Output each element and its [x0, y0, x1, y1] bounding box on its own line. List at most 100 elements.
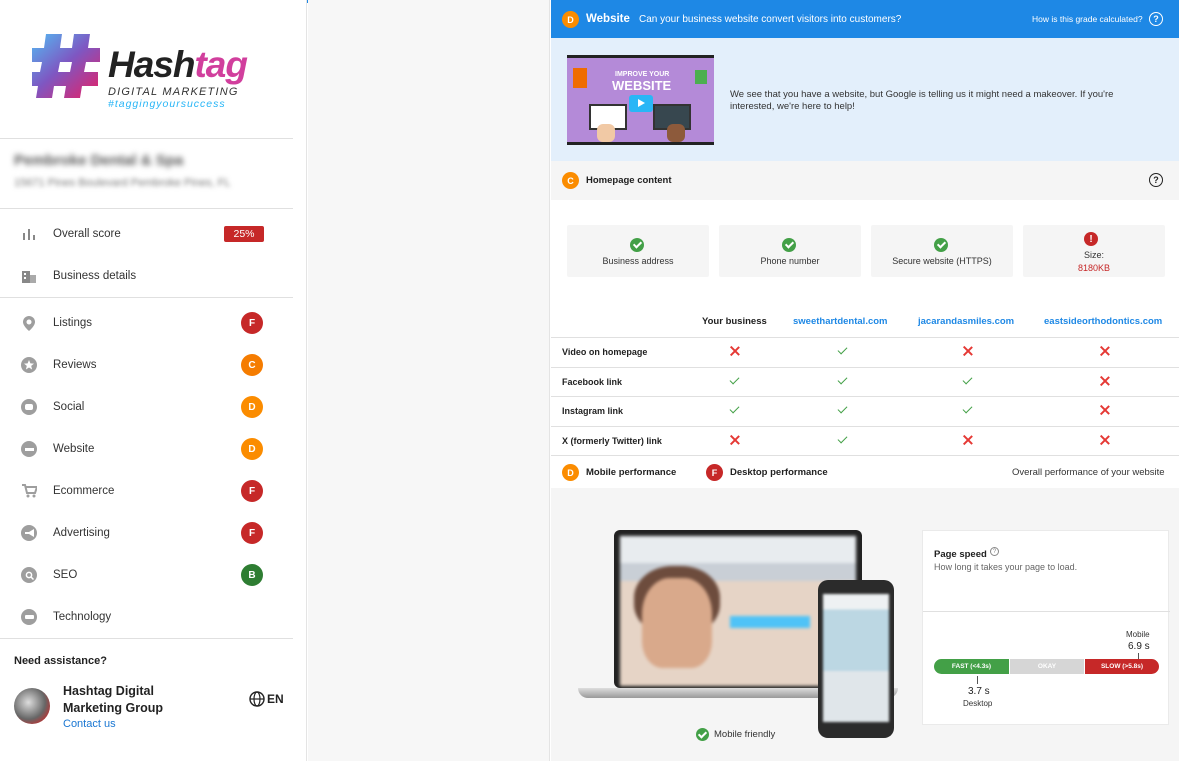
divider [923, 611, 1170, 612]
mobile-friendly-label: Mobile friendly [714, 729, 776, 740]
sidebar-item-label: Listings [53, 317, 92, 329]
sidebar-item-technology[interactable]: Technology [0, 596, 293, 638]
grade-badge: D [562, 464, 579, 481]
section-title: Website [586, 13, 630, 25]
sidebar-item-ecommerce[interactable]: Ecommerce F [0, 470, 293, 512]
desktop-speed-label: Desktop [963, 699, 993, 708]
sidebar: Hashtag DIGITAL MARKETING #taggingyoursu… [0, 0, 307, 761]
preview-decor [642, 578, 712, 668]
preview-decor [730, 616, 810, 628]
grade-badge: B [241, 564, 263, 586]
check-icon [696, 728, 709, 741]
check-card-https: Secure website (HTTPS) [871, 225, 1013, 277]
competitor-link[interactable]: eastsideorthodontics.com [1044, 316, 1162, 327]
competitor-link[interactable]: jacarandasmiles.com [918, 316, 1014, 327]
hashtag-logo[interactable]: Hashtag DIGITAL MARKETING #taggingyoursu… [30, 28, 290, 110]
check-icon [837, 345, 849, 357]
grade-badge: D [562, 11, 579, 28]
card-label: Business address [602, 256, 674, 266]
thumb-caption: IMPROVE YOUR [615, 71, 670, 78]
section-question: Can your business website convert visito… [639, 13, 902, 25]
sidebar-item-seo[interactable]: SEO B [0, 554, 293, 596]
sidebar-item-overall-score[interactable]: Overall score 25% [0, 213, 293, 255]
speed-range-fast: FAST (<4.3s) [934, 659, 1009, 674]
mobile-performance-label: Mobile performance [586, 467, 677, 478]
help-icon[interactable]: ? [1149, 12, 1163, 26]
play-icon[interactable] [629, 95, 653, 112]
logo-subtitle: DIGITAL MARKETING [108, 86, 239, 98]
browser-icon [20, 440, 38, 458]
sidebar-item-label: Technology [53, 611, 112, 623]
phone-preview [818, 580, 894, 738]
video-thumbnail[interactable]: IMPROVE YOUR WEBSITE [567, 55, 714, 145]
business-info: Pembroke Dental & Spa 15671 Pines Boulev… [14, 152, 284, 189]
check-card-phone: Phone number [719, 225, 861, 277]
sidebar-item-label: Reviews [53, 359, 97, 371]
error-icon: ! [1084, 232, 1098, 246]
desktop-speed-value: 3.7 s [968, 686, 990, 697]
chat-bubble-icon [20, 398, 38, 416]
bar-chart-icon [20, 225, 38, 243]
website-report-panel: D Website Can your business website conv… [551, 0, 1179, 761]
grade-badge: F [241, 480, 263, 502]
sidebar-item-business-details[interactable]: Business details [0, 255, 293, 297]
video-message: We see that you have a website, but Goog… [730, 89, 1114, 112]
row-label: Video on homepage [562, 347, 648, 357]
competitor-link[interactable]: sweethartdental.com [793, 316, 888, 327]
sidebar-item-advertising[interactable]: Advertising F [0, 512, 293, 554]
contact-us-link[interactable]: Contact us [63, 718, 116, 730]
cross-icon [962, 345, 974, 357]
agent-name: Hashtag Digital Marketing Group [63, 684, 164, 715]
shopping-cart-icon [20, 482, 38, 500]
sidebar-item-listings[interactable]: Listings F [0, 302, 293, 344]
page-speed-title: Page speed [934, 549, 987, 560]
check-icon [837, 434, 849, 446]
overall-performance-label: Overall performance of your website [1012, 467, 1165, 478]
avatar [14, 688, 50, 724]
mobile-screenshot [823, 594, 889, 722]
homepage-content-header: C Homepage content ? [551, 161, 1179, 200]
check-icon [837, 375, 849, 387]
sidebar-item-social[interactable]: Social D [0, 386, 293, 428]
sidebar-item-label: Advertising [53, 527, 110, 539]
megaphone-icon [20, 524, 38, 542]
sidebar-item-label: Overall score [53, 228, 121, 240]
grade-badge: C [562, 172, 579, 189]
sidebar-item-label: Social [53, 401, 85, 413]
sidebar-item-label: Business details [53, 270, 137, 282]
check-icon [729, 375, 741, 387]
divider [0, 208, 293, 209]
grade-badge: F [241, 522, 263, 544]
divider [0, 638, 293, 639]
table-row: Video on homepage [551, 337, 1179, 366]
thumb-decor [597, 124, 615, 142]
grade-badge: F [241, 312, 263, 334]
cross-icon [729, 345, 741, 357]
grade-calculation-link[interactable]: How is this grade calculated? [1032, 14, 1143, 24]
hashtag-logo-icon [32, 34, 100, 98]
desktop-marker [977, 676, 978, 684]
thumb-title: WEBSITE [612, 78, 672, 93]
row-label: Facebook link [562, 376, 623, 387]
card-label: Size: [1083, 250, 1104, 260]
help-icon[interactable]: ? [1149, 173, 1163, 187]
check-icon [729, 404, 741, 416]
thumb-decor [695, 70, 707, 84]
help-icon[interactable]: ? [990, 547, 999, 556]
mobile-friendly-status: Mobile friendly [696, 728, 775, 741]
check-icon [962, 404, 974, 416]
homepage-content-label: Homepage content [586, 175, 672, 186]
desktop-performance-label: Desktop performance [730, 467, 828, 478]
cross-icon [1099, 434, 1111, 446]
grade-badge: F [706, 464, 723, 481]
sidebar-item-label: SEO [53, 569, 78, 581]
sidebar-item-label: Ecommerce [53, 485, 115, 497]
page-speed-card: Page speed ? How long it takes your page… [922, 530, 1170, 725]
language-selector[interactable]: EN [249, 691, 284, 707]
check-card-address: Business address [567, 225, 709, 277]
performance-section: Mobile friendly Page speed ? How long it… [551, 488, 1179, 761]
assistance-heading: Need assistance? [14, 655, 107, 667]
sidebar-item-reviews[interactable]: Reviews C [0, 344, 293, 386]
sidebar-item-website[interactable]: Website D [0, 428, 293, 470]
video-section: IMPROVE YOUR WEBSITE We see that you hav… [551, 38, 1179, 161]
